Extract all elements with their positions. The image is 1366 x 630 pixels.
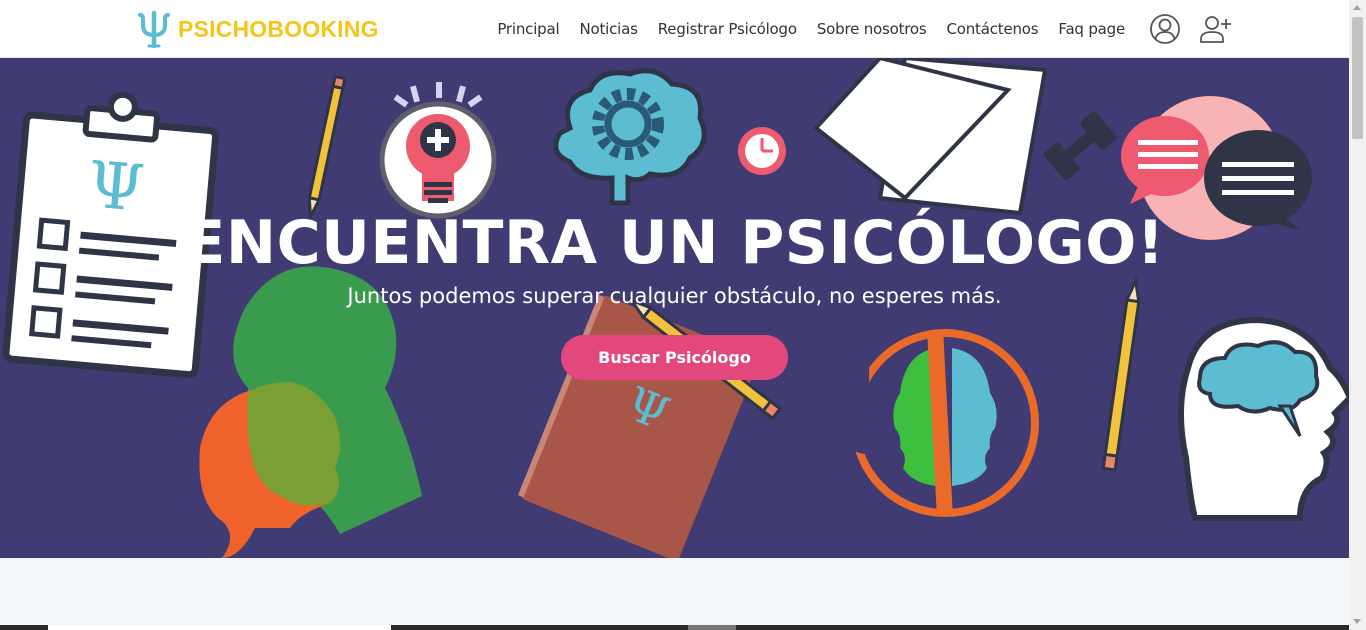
user-account-icon[interactable] <box>1148 12 1182 46</box>
scroll-thumb[interactable] <box>1352 17 1363 139</box>
nav-link-faq[interactable]: Faq page <box>1058 20 1125 38</box>
notebook-illustration: Ψ <box>517 294 759 558</box>
dumbbell-illustration <box>1043 111 1117 181</box>
buscar-psicologo-button[interactable]: Buscar Psicólogo <box>561 335 788 380</box>
psi-icon <box>138 10 170 49</box>
head-cloud-illustration <box>1178 316 1349 521</box>
scroll-up-arrow-icon[interactable] <box>1353 5 1361 10</box>
hero-subtitle: Juntos podemos superar cualquier obstácu… <box>347 284 1002 308</box>
scroll-down-arrow-icon[interactable] <box>1353 619 1361 624</box>
page: PSICHOBOOKING Principal Noticias Registr… <box>0 0 1349 630</box>
hero-title: ENCUENTRA UN PSICÓLOGO! <box>184 208 1165 278</box>
clock-illustration <box>738 127 786 175</box>
next-section-edge <box>0 625 1349 630</box>
brain-gear-illustration <box>553 68 707 206</box>
pencil-illustration-left <box>307 74 347 222</box>
nav-link-sobre-nosotros[interactable]: Sobre nosotros <box>817 20 927 38</box>
vertical-scrollbar[interactable] <box>1349 0 1366 630</box>
papers-illustration <box>813 58 1048 216</box>
hero-banner: Ψ Ψ ENCUENTRA UN PSICÓLOGO! Juntos podem… <box>0 58 1349 558</box>
brand-name: PSICHOBOOKING <box>178 15 379 42</box>
lightbulb-illustration <box>379 82 497 219</box>
next-section-edge-gray <box>688 625 736 630</box>
top-navbar: PSICHOBOOKING Principal Noticias Registr… <box>0 0 1349 58</box>
nav-link-noticias[interactable]: Noticias <box>579 20 637 38</box>
nav-link-contactenos[interactable]: Contáctenos <box>947 20 1039 38</box>
nav-link-registrar-psicologo[interactable]: Registrar Psicólogo <box>658 20 797 38</box>
pencil-illustration-right <box>1101 275 1141 472</box>
two-faces-illustration <box>834 329 1039 517</box>
overlapping-heads-illustration <box>199 266 422 558</box>
add-user-icon[interactable] <box>1198 12 1232 46</box>
brand-logo-link[interactable]: PSICHOBOOKING <box>134 8 379 50</box>
nav-link-principal[interactable]: Principal <box>497 20 559 38</box>
account-icons <box>1148 12 1232 46</box>
hero-illustrations: Ψ Ψ <box>2 58 1349 558</box>
main-nav: Principal Noticias Registrar Psicólogo S… <box>497 0 1125 58</box>
next-section-edge-light <box>48 625 391 630</box>
